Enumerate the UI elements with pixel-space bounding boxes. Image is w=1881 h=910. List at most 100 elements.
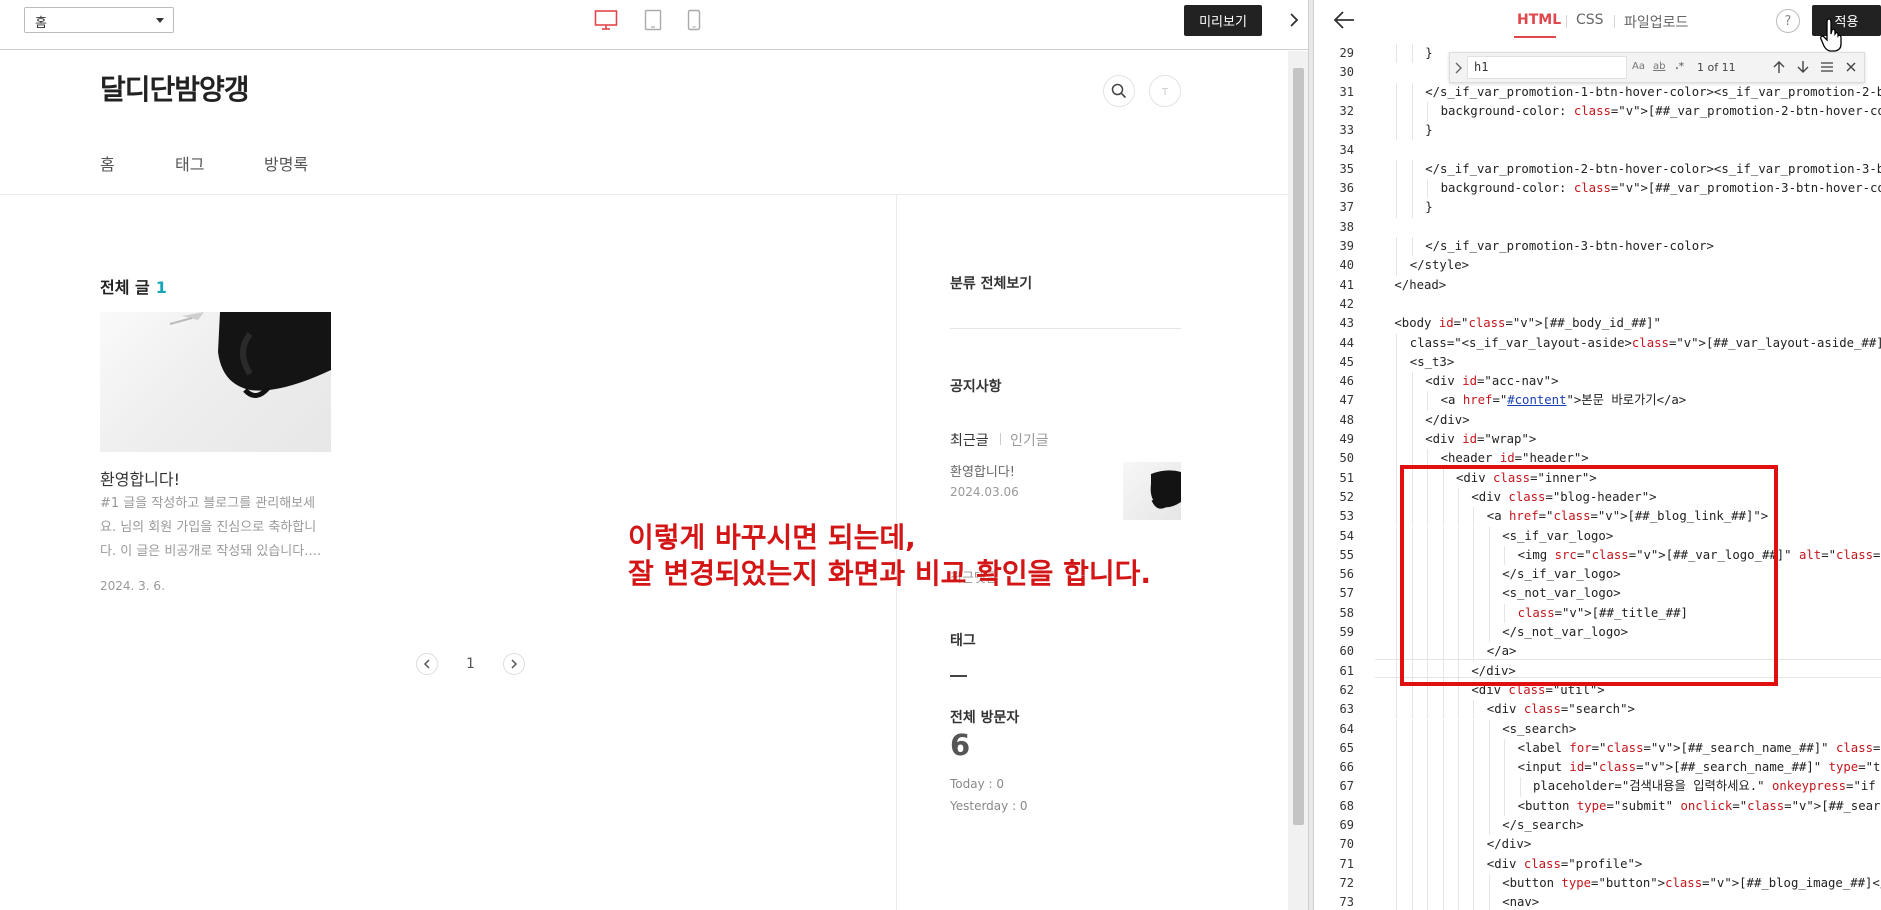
indent-guide <box>1396 835 1398 855</box>
code-line[interactable]: <input id="class="v">[##_search_name_##]… <box>1518 758 1881 777</box>
search-icon[interactable] <box>1103 75 1135 107</box>
chevron-right-icon[interactable] <box>1282 8 1306 32</box>
indent-guide <box>1427 854 1429 874</box>
code-line[interactable]: <s_search> <box>1502 720 1576 739</box>
code-line[interactable]: </s_if_var_promotion-2-btn-hover-color><… <box>1425 160 1881 179</box>
post-thumbnail[interactable] <box>100 312 331 452</box>
line-number: 72 <box>1339 875 1354 890</box>
code-line[interactable]: <button type="button">class="v">[##_blog… <box>1502 874 1881 893</box>
desktop-icon[interactable] <box>594 9 618 31</box>
code-line[interactable]: </div> <box>1487 835 1531 854</box>
code-line[interactable]: </s_if_var_promotion-3-btn-hover-color> <box>1425 237 1714 256</box>
line-number: 70 <box>1339 837 1354 852</box>
next-page-button[interactable] <box>503 653 525 675</box>
code-line[interactable]: } <box>1425 198 1432 217</box>
tab-recent-posts[interactable]: 최근글 <box>950 430 989 450</box>
indent-guide <box>1458 719 1459 739</box>
mobile-icon[interactable] <box>682 9 706 31</box>
code-line[interactable]: } <box>1425 121 1432 140</box>
code-line[interactable]: <label for="class="v">[##_search_name_##… <box>1518 739 1881 758</box>
find-in-selection-icon[interactable] <box>1818 58 1836 76</box>
tab-css[interactable]: CSS <box>1576 12 1604 28</box>
line-number: 29 <box>1339 46 1354 60</box>
arrow-down-icon[interactable] <box>1794 58 1812 76</box>
today-visitors: Today : 0 <box>950 777 1005 791</box>
code-line[interactable]: </head> <box>1394 276 1446 295</box>
recent-post-thumbnail[interactable] <box>1123 462 1181 520</box>
help-button[interactable]: ? <box>1776 9 1800 33</box>
nav-item-home[interactable]: 홈 <box>100 151 115 175</box>
category-all-link[interactable]: 분류 전체보기 <box>950 273 1032 293</box>
nav-item-tags[interactable]: 태그 <box>175 151 204 175</box>
indent-guide <box>1458 816 1459 836</box>
tab-html[interactable]: HTML <box>1517 12 1561 28</box>
profile-icon[interactable]: T <box>1149 75 1181 107</box>
code-line[interactable]: background-color: class="v">[##_var_prom… <box>1441 102 1881 121</box>
indent-guide <box>1396 159 1398 180</box>
indent-guide <box>1411 391 1413 411</box>
code-line[interactable]: <div class="profile"> <box>1487 855 1643 874</box>
indent-guide <box>1442 758 1444 778</box>
code-line[interactable]: <div id="acc-nav"> <box>1425 372 1558 391</box>
current-page[interactable]: 1 <box>466 656 475 672</box>
code-line[interactable]: } <box>1425 44 1432 63</box>
post-title[interactable]: 환영합니다! <box>100 466 180 490</box>
code-line[interactable]: </div> <box>1425 411 1469 430</box>
indent-guide <box>1504 796 1506 816</box>
preview-button[interactable]: 미리보기 <box>1184 5 1262 36</box>
line-number: 42 <box>1339 296 1354 311</box>
indent-guide <box>1396 777 1398 797</box>
chevron-right-icon[interactable] <box>1453 60 1465 74</box>
indent-guide <box>1427 893 1429 910</box>
find-match-count: 1 of 11 <box>1697 61 1736 74</box>
code-line[interactable]: <body id="class="v">[##_body_id_##]" <box>1394 314 1661 333</box>
code-line[interactable]: placeholder="검색내용을 입력하세요." onkeypress="i… <box>1533 777 1881 796</box>
code-line[interactable]: </style> <box>1410 256 1469 275</box>
find-input[interactable]: h1 <box>1467 56 1627 79</box>
code-line[interactable]: <a href="#content">본문 바로가기</a> <box>1441 391 1687 410</box>
tab-file-upload[interactable]: 파일업로드 <box>1624 12 1688 32</box>
indent-guide <box>1396 352 1398 373</box>
code-line[interactable]: </s_if_var_promotion-1-btn-hover-color><… <box>1425 83 1881 102</box>
nav-item-guestbook[interactable]: 방명록 <box>264 151 308 175</box>
indent-guide <box>1473 719 1475 739</box>
tablet-icon[interactable] <box>641 9 665 31</box>
code-line[interactable]: <s_t3> <box>1410 353 1454 372</box>
hand-cursor-icon <box>1820 18 1842 52</box>
indent-guide <box>1396 545 1398 566</box>
arrow-up-icon[interactable] <box>1770 58 1788 76</box>
code-line[interactable]: <button type="submit" onclick="class="v"… <box>1518 797 1881 816</box>
code-line[interactable]: <nav> <box>1502 893 1539 910</box>
indent-guide <box>1396 719 1398 739</box>
page-select[interactable]: 홈 <box>24 7 174 33</box>
regex-toggle[interactable]: .* <box>1675 61 1684 72</box>
indent-guide <box>1396 623 1398 643</box>
indent-guide <box>1411 854 1413 874</box>
indent-guide <box>1411 101 1413 122</box>
line-number: 62 <box>1339 682 1354 697</box>
blog-title[interactable]: 달디단밤양갱 <box>100 68 250 108</box>
preview-scrollbar-thumb[interactable] <box>1293 68 1304 825</box>
tab-separator <box>1614 15 1615 28</box>
code-line[interactable]: class="<s_if_var_layout-aside>class="v">… <box>1410 334 1881 353</box>
indent-guide <box>1396 237 1398 257</box>
tab-popular-posts[interactable]: 인기글 <box>1010 430 1049 450</box>
whole-word-toggle[interactable]: ab <box>1653 61 1665 72</box>
code-line[interactable]: </s_search> <box>1502 816 1583 835</box>
indent-guide <box>1488 873 1490 894</box>
close-icon[interactable] <box>1842 58 1860 76</box>
prev-page-button[interactable] <box>416 653 438 675</box>
line-number: 53 <box>1339 509 1354 524</box>
back-arrow-icon[interactable] <box>1330 8 1358 32</box>
code-line[interactable]: <div class="search"> <box>1487 700 1635 719</box>
indent-guide <box>1396 179 1398 199</box>
indent-guide <box>1519 777 1521 797</box>
recent-post-title[interactable]: 환영합니다! <box>950 461 1015 480</box>
match-case-toggle[interactable]: Aa <box>1632 61 1645 72</box>
tab-separator <box>1566 15 1567 28</box>
code-line[interactable]: background-color: class="v">[##_var_prom… <box>1441 179 1881 198</box>
notice-heading[interactable]: 공지사항 <box>950 376 1002 396</box>
indent-guide <box>1442 738 1444 759</box>
code-line[interactable]: <div id="wrap"> <box>1425 430 1536 449</box>
indent-guide <box>1473 873 1475 894</box>
